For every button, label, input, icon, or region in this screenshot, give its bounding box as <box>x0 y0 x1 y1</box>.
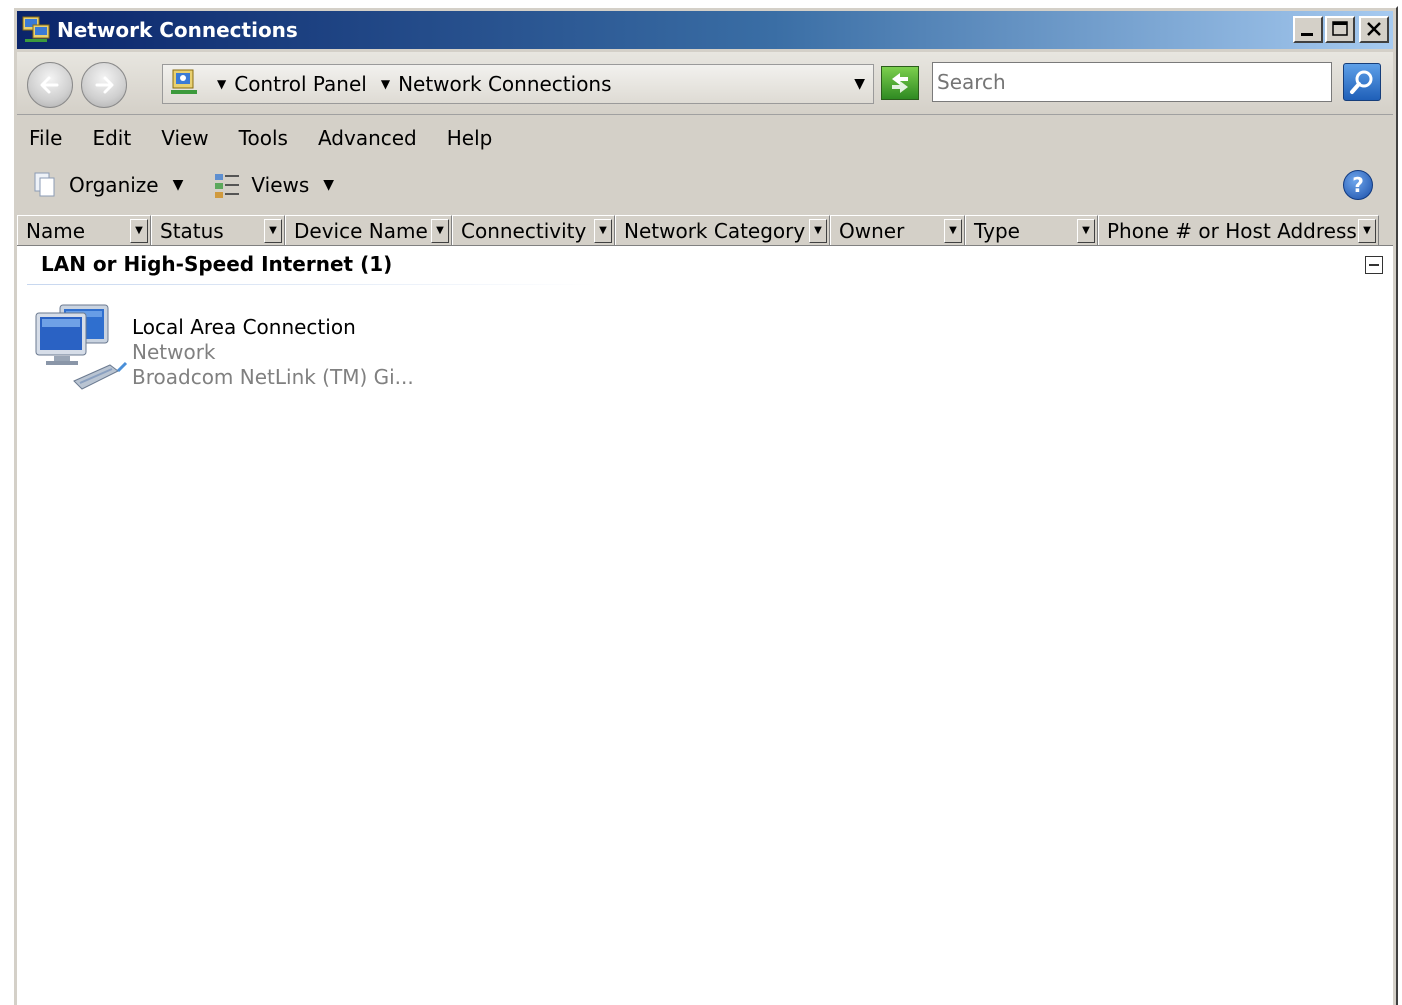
address-box[interactable]: ▼ Control Panel ▼ Network Connections ▼ <box>162 64 874 104</box>
column-name[interactable]: Name ▼ <box>17 215 151 245</box>
views-icon <box>215 174 240 198</box>
control-panel-icon <box>169 68 203 100</box>
address-bar-area: ▼ Control Panel ▼ Network Connections ▼ <box>17 52 1393 115</box>
connection-name: Local Area Connection <box>132 315 356 339</box>
organize-button[interactable]: Organize ▼ <box>31 170 183 200</box>
column-dropdown-icon[interactable]: ▼ <box>809 219 827 243</box>
breadcrumb-network-connections[interactable]: ▼ Network Connections <box>367 72 612 96</box>
help-icon[interactable]: ? <box>1343 170 1373 200</box>
network-adapter-icon <box>35 304 128 390</box>
menu-edit[interactable]: Edit <box>92 126 131 150</box>
column-dropdown-icon[interactable]: ▼ <box>944 219 962 243</box>
column-dropdown-icon[interactable]: ▼ <box>431 219 449 243</box>
go-refresh-button[interactable] <box>881 66 919 100</box>
column-header-row: Name ▼ Status ▼ Device Name ▼ Connectivi… <box>17 215 1393 246</box>
column-type[interactable]: Type ▼ <box>965 215 1098 245</box>
window-controls <box>1293 16 1389 43</box>
chevron-down-icon: ▼ <box>217 77 227 91</box>
column-dropdown-icon[interactable]: ▼ <box>264 219 282 243</box>
collapse-group-button[interactable] <box>1365 256 1383 274</box>
breadcrumb-control-panel[interactable]: ▼ Control Panel <box>203 72 367 96</box>
back-button[interactable] <box>27 62 73 108</box>
maximize-button[interactable] <box>1325 16 1355 43</box>
column-dropdown-icon[interactable]: ▼ <box>130 219 148 243</box>
close-icon <box>1367 22 1381 36</box>
group-divider <box>27 284 597 285</box>
menu-view[interactable]: View <box>161 126 208 150</box>
column-device-name[interactable]: Device Name ▼ <box>285 215 452 245</box>
command-toolbar: Organize ▼ Views ▼ ? <box>17 160 1393 210</box>
file-list-pane[interactable]: LAN or High-Speed Internet (1) Local Are… <box>17 246 1393 1005</box>
column-dropdown-icon[interactable]: ▼ <box>1077 219 1095 243</box>
connection-device: Broadcom NetLink (TM) Gi... <box>132 365 414 389</box>
column-dropdown-icon[interactable]: ▼ <box>594 219 612 243</box>
minimize-button[interactable] <box>1293 16 1323 43</box>
menu-advanced[interactable]: Advanced <box>318 126 417 150</box>
address-dropdown-icon[interactable]: ▼ <box>854 76 865 92</box>
minimize-icon <box>1301 33 1313 36</box>
menu-file[interactable]: File <box>29 126 62 150</box>
window-title: Network Connections <box>57 18 298 42</box>
column-phone-host-address[interactable]: Phone # or Host Address ▼ <box>1098 215 1379 245</box>
maximize-icon <box>1332 21 1348 36</box>
organize-icon <box>34 172 55 197</box>
search-icon <box>1350 70 1373 94</box>
column-connectivity[interactable]: Connectivity ▼ <box>452 215 615 245</box>
forward-button[interactable] <box>81 62 127 108</box>
title-bar[interactable]: Network Connections <box>17 11 1393 49</box>
network-connections-icon <box>21 15 51 45</box>
group-header[interactable]: LAN or High-Speed Internet (1) <box>41 252 392 276</box>
chevron-down-icon: ▼ <box>323 177 335 193</box>
close-button[interactable] <box>1359 16 1389 43</box>
go-refresh-icon <box>892 73 908 93</box>
menu-tools[interactable]: Tools <box>239 126 288 150</box>
menu-help[interactable]: Help <box>447 126 493 150</box>
search-button[interactable] <box>1343 63 1381 101</box>
chevron-down-icon: ▼ <box>172 177 184 193</box>
column-dropdown-icon[interactable]: ▼ <box>1358 219 1376 243</box>
connection-status: Network <box>132 340 216 364</box>
list-item[interactable]: Local Area Connection Network Broadcom N… <box>32 301 414 396</box>
search-input[interactable] <box>932 62 1332 102</box>
back-arrow-icon <box>40 76 59 94</box>
column-network-category[interactable]: Network Category ▼ <box>615 215 830 245</box>
column-status[interactable]: Status ▼ <box>151 215 285 245</box>
explorer-window: Network Connections ▼ Control Panel ▼ Ne… <box>12 6 1398 1005</box>
forward-arrow-icon <box>95 76 114 94</box>
menu-bar: File Edit View Tools Advanced Help <box>17 118 1393 158</box>
list-item-text: Local Area Connection Network Broadcom N… <box>132 315 414 390</box>
chevron-down-icon: ▼ <box>380 77 391 91</box>
views-button[interactable]: Views ▼ <box>213 170 334 200</box>
column-owner[interactable]: Owner ▼ <box>830 215 965 245</box>
